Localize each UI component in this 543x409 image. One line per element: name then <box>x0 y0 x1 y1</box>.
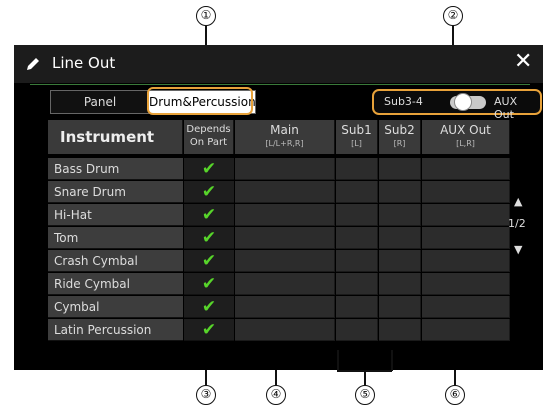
instrument-name: Bass Drum <box>48 158 183 180</box>
sub2-cell[interactable] <box>379 158 421 180</box>
header-depends-line1: Depends <box>186 124 231 135</box>
title-separator <box>30 84 530 85</box>
page-indicator: 1/2 <box>508 217 526 230</box>
header-depends-line2: On Part <box>189 137 228 148</box>
header-main-sub: [L/L+R,R] <box>265 139 304 148</box>
sub1-cell[interactable] <box>336 227 378 249</box>
sub2-cell[interactable] <box>379 181 421 203</box>
aux-cell[interactable] <box>422 273 510 295</box>
aux-cell[interactable] <box>422 250 510 272</box>
sub2-cell[interactable] <box>379 250 421 272</box>
sub1-cell[interactable] <box>336 296 378 318</box>
main-cell[interactable] <box>235 250 335 272</box>
header-sub2: Sub2 [R] <box>379 120 421 154</box>
instrument-name: Crash Cymbal <box>48 250 183 272</box>
depends-checkmark[interactable]: ✔ <box>184 227 234 249</box>
callout-6: ⑥ <box>445 385 465 405</box>
instrument-name: Cymbal <box>48 296 183 318</box>
aux-cell[interactable] <box>422 296 510 318</box>
callout-1: ① <box>196 6 216 26</box>
sub2-cell[interactable] <box>379 296 421 318</box>
toggle-left-label: Sub3-4 <box>384 95 423 108</box>
header-sub1-sub: [L] <box>351 139 362 148</box>
depends-checkmark[interactable]: ✔ <box>184 296 234 318</box>
toggle-knob[interactable] <box>454 93 472 111</box>
main-cell[interactable] <box>235 319 335 341</box>
line-out-screen: Line Out ✕ Panel Drum&Percussion Sub3-4 … <box>14 45 543 370</box>
depends-checkmark[interactable]: ✔ <box>184 204 234 226</box>
callout-5-leader <box>364 370 366 385</box>
header-aux-sub: [L,R] <box>456 139 475 148</box>
header-instrument: Instrument <box>48 120 183 154</box>
callout-3: ③ <box>196 385 216 405</box>
callout-5: ⑤ <box>355 385 375 405</box>
instrument-name: Ride Cymbal <box>48 273 183 295</box>
close-icon[interactable]: ✕ <box>514 51 532 73</box>
tab-highlight <box>147 87 253 115</box>
sub1-cell[interactable] <box>336 319 378 341</box>
header-main-label: Main <box>270 123 299 137</box>
main-cell[interactable] <box>235 227 335 249</box>
page-title: Line Out <box>52 54 116 72</box>
main-cell[interactable] <box>235 273 335 295</box>
sub1-cell[interactable] <box>336 158 378 180</box>
aux-cell[interactable] <box>422 204 510 226</box>
header-aux: AUX Out [L,R] <box>422 120 510 154</box>
header-sub1: Sub1 [L] <box>336 120 378 154</box>
instrument-name: Hi-Hat <box>48 204 183 226</box>
aux-cell[interactable] <box>422 227 510 249</box>
header-depends: Depends On Part <box>184 120 234 154</box>
aux-cell[interactable] <box>422 319 510 341</box>
callout-4: ④ <box>266 385 286 405</box>
aux-cell[interactable] <box>422 181 510 203</box>
sub2-cell[interactable] <box>379 204 421 226</box>
instrument-name: Snare Drum <box>48 181 183 203</box>
header-sub2-sub: [R] <box>393 139 406 148</box>
header-sub2-label: Sub2 <box>384 123 415 137</box>
page-up-icon[interactable]: ▲ <box>514 195 522 208</box>
depends-checkmark[interactable]: ✔ <box>184 158 234 180</box>
header-main: Main [L/L+R,R] <box>235 120 335 154</box>
sub1-cell[interactable] <box>336 250 378 272</box>
toggle-right-label: AUX Out <box>494 95 518 121</box>
callout-5-bracket <box>337 370 392 372</box>
sub1-cell[interactable] <box>336 204 378 226</box>
header-sub1-label: Sub1 <box>341 123 372 137</box>
pen-icon <box>27 58 39 70</box>
sub1-cell[interactable] <box>336 273 378 295</box>
sub2-cell[interactable] <box>379 227 421 249</box>
sub34-aux-toggle[interactable]: Sub3-4 AUX Out <box>372 89 542 121</box>
callout-5-bracket-left <box>337 350 339 371</box>
header-aux-label: AUX Out <box>440 123 491 137</box>
tab-panel[interactable]: Panel <box>51 91 149 113</box>
sub1-cell[interactable] <box>336 181 378 203</box>
main-cell[interactable] <box>235 296 335 318</box>
sub2-cell[interactable] <box>379 319 421 341</box>
callout-5-bracket-right <box>391 350 393 371</box>
instrument-name: Tom <box>48 227 183 249</box>
page-down-icon[interactable]: ▼ <box>514 243 522 256</box>
instrument-name: Latin Percussion <box>48 319 183 341</box>
main-cell[interactable] <box>235 204 335 226</box>
main-cell[interactable] <box>235 181 335 203</box>
sub2-cell[interactable] <box>379 273 421 295</box>
aux-cell[interactable] <box>422 158 510 180</box>
main-cell[interactable] <box>235 158 335 180</box>
depends-checkmark[interactable]: ✔ <box>184 181 234 203</box>
depends-checkmark[interactable]: ✔ <box>184 250 234 272</box>
depends-checkmark[interactable]: ✔ <box>184 319 234 341</box>
depends-checkmark[interactable]: ✔ <box>184 273 234 295</box>
callout-2: ② <box>443 6 463 26</box>
